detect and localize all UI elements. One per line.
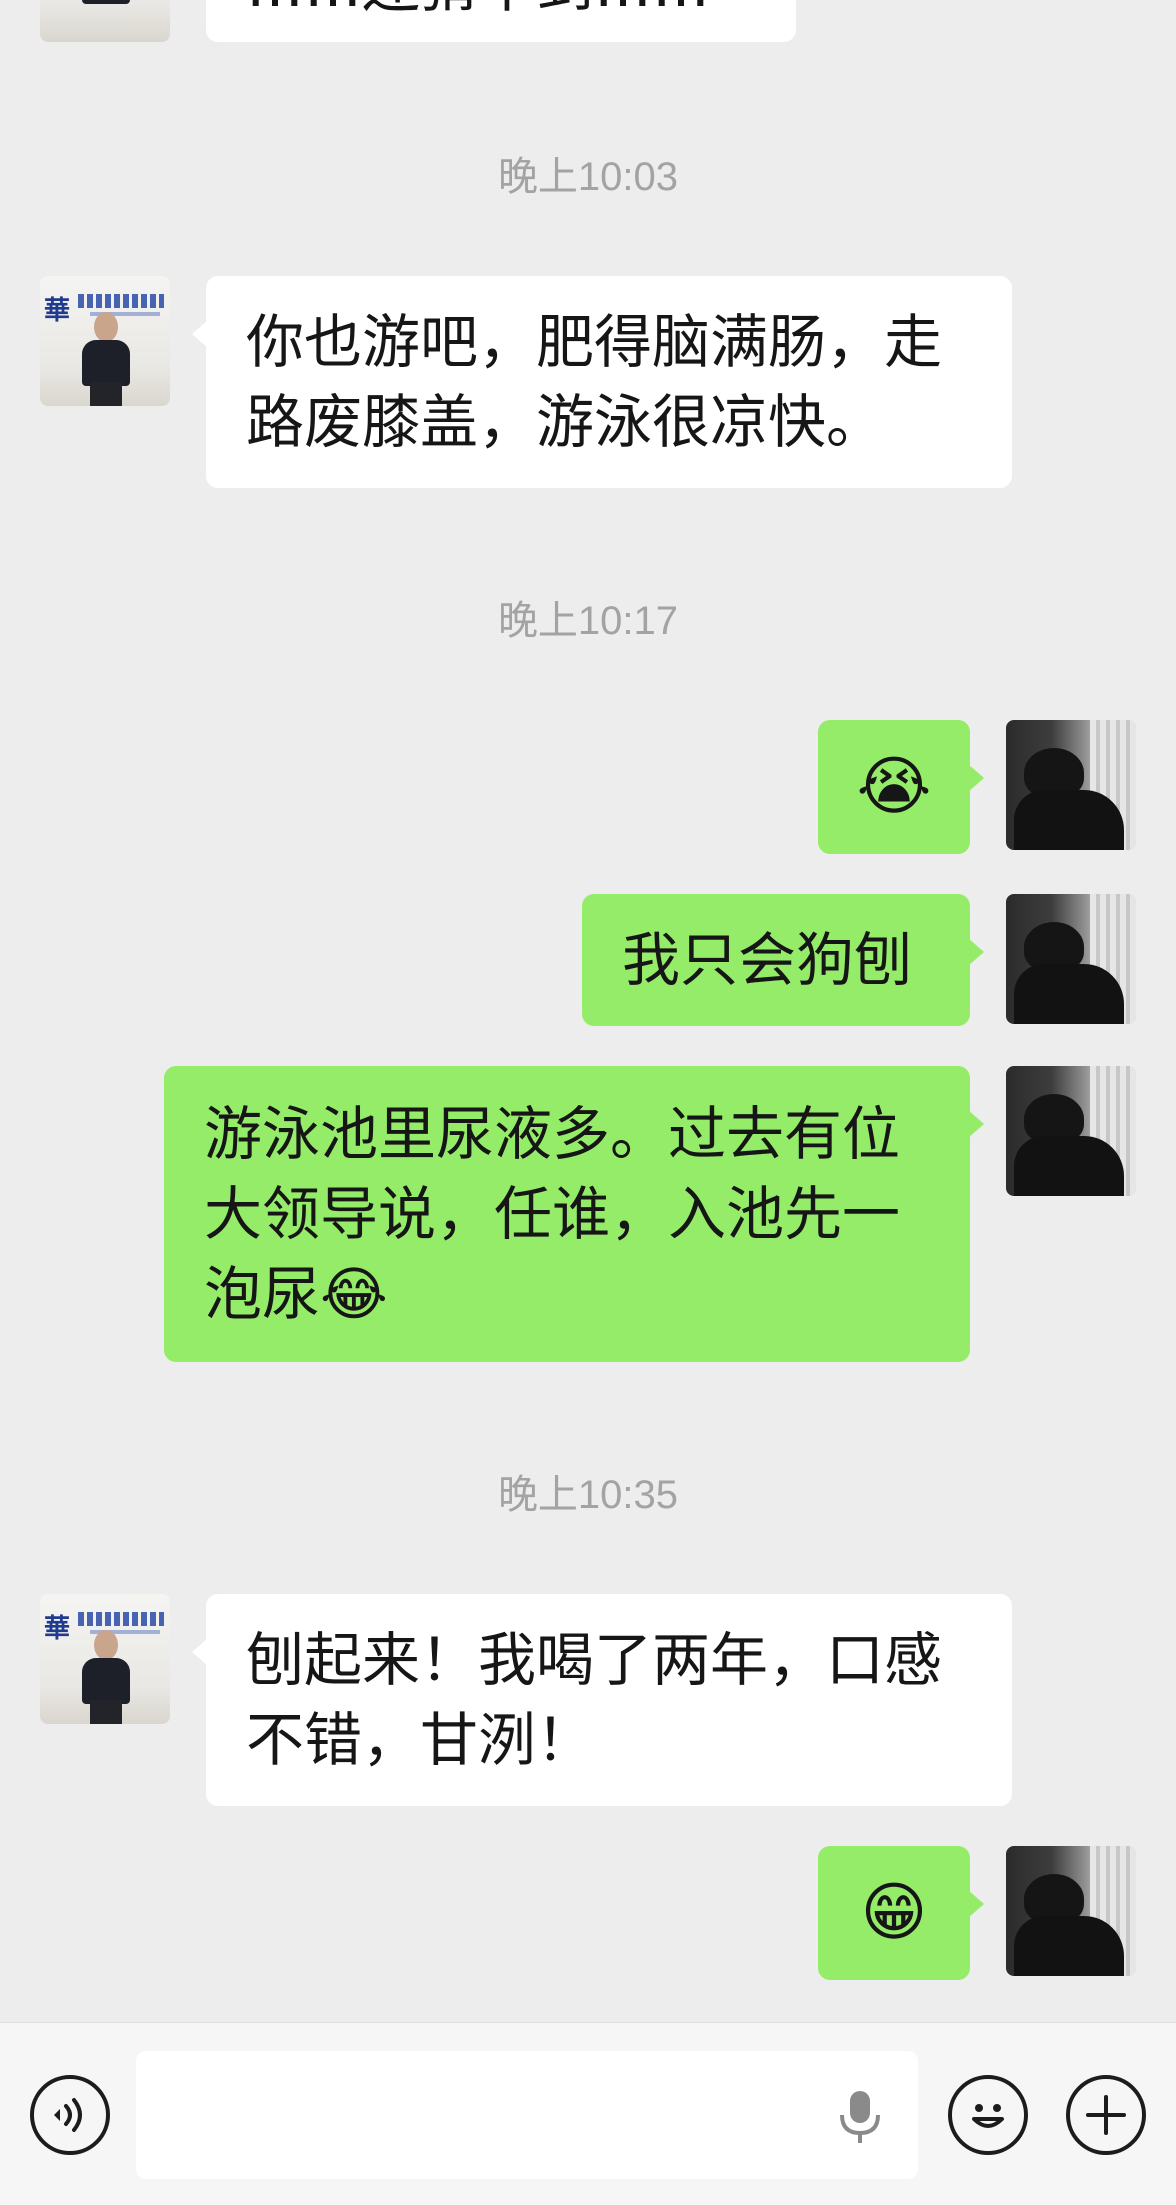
contact-avatar[interactable]: 華 (40, 1594, 170, 1724)
message-line: 你也游吧，肥得脑满肠，走 (246, 308, 943, 376)
my-avatar[interactable] (1006, 1846, 1136, 1976)
message-text: ……还猜不到…… (246, 0, 710, 26)
message-line: 游泳池里尿液多。过去有位 (204, 1100, 901, 1168)
contact-avatar[interactable]: 華 (40, 276, 170, 406)
message-input[interactable] (136, 2051, 918, 2179)
tears-of-joy-emoji: 😂 (320, 1260, 388, 1328)
message-line: 路废膝盖，游泳很凉快。 (246, 388, 885, 456)
plus-icon (1086, 2095, 1126, 2135)
timestamp: 晚上10:35 (497, 1473, 679, 1517)
loudly-crying-emoji: 😭 (856, 750, 932, 824)
chat-history[interactable]: ……还猜不到…… 晚上10:03 華 你也游吧，肥得脑满肠，走 路废膝盖，游泳很… (0, 0, 1176, 2022)
message-bubble-outgoing[interactable]: 😁 (818, 1846, 984, 1980)
microphone-icon[interactable] (838, 2087, 882, 2147)
emoji-icon (972, 2104, 1004, 2128)
message-bubble-incoming[interactable]: 刨起来！我喝了两年，口感 不错，甘洌！ (192, 1594, 1012, 1806)
message-bubble-outgoing[interactable]: 我只会狗刨 (582, 894, 984, 1026)
contact-avatar[interactable] (40, 0, 170, 42)
message-line: 我只会狗刨 (622, 926, 913, 994)
timestamp: 晚上10:17 (497, 599, 679, 643)
voice-button[interactable] (30, 2075, 110, 2155)
my-avatar[interactable] (1006, 894, 1136, 1024)
more-button[interactable] (1066, 2075, 1146, 2155)
timestamp: 晚上10:03 (497, 155, 679, 199)
grinning-emoji: 😁 (860, 1876, 928, 1950)
voice-icon (54, 2098, 82, 2132)
message-bubble-outgoing[interactable]: 游泳池里尿液多。过去有位 大领导说，任谁，入池先一 泡尿😂 (164, 1066, 984, 1362)
my-avatar[interactable] (1006, 720, 1136, 850)
message-bubble-outgoing[interactable]: 😭 (818, 720, 984, 854)
logo-icon: 華 (44, 1614, 71, 1644)
message-line: 不错，甘洌！ (246, 1706, 595, 1774)
message-line: 大领导说，任谁，入池先一 (204, 1180, 901, 1248)
message-line: 泡尿😂 (204, 1260, 388, 1328)
message-bubble-incoming[interactable]: 你也游吧，肥得脑满肠，走 路废膝盖，游泳很凉快。 (192, 276, 1012, 488)
my-avatar[interactable] (1006, 1066, 1136, 1196)
logo-icon: 華 (44, 296, 71, 326)
input-bar (0, 2022, 1176, 2205)
message-bubble-incoming[interactable]: ……还猜不到…… (206, 0, 796, 42)
emoji-button[interactable] (948, 2075, 1028, 2155)
message-line: 刨起来！我喝了两年，口感 (246, 1626, 943, 1694)
